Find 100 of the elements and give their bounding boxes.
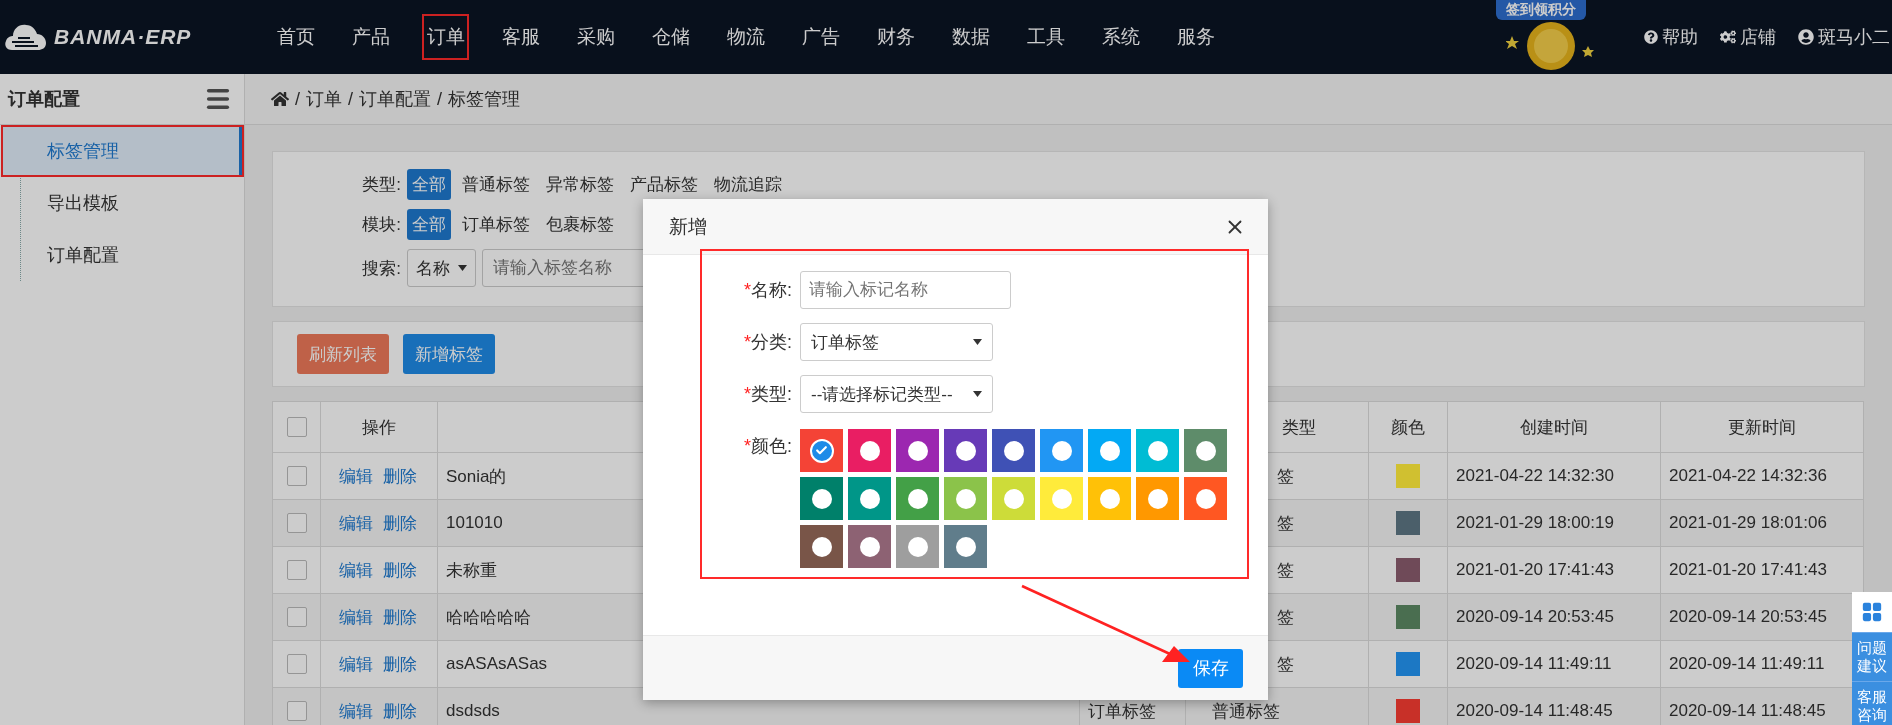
color-option[interactable] xyxy=(800,477,843,520)
filter-option[interactable]: 物流追踪 xyxy=(709,169,787,200)
table-cell: 2020-09-14 20:53:45 xyxy=(1447,593,1661,641)
breadcrumb-item[interactable]: 订单配置 xyxy=(359,87,432,111)
grid-icon[interactable] xyxy=(1861,601,1883,623)
table-cell: 2021-01-29 18:00:19 xyxy=(1447,499,1661,547)
user-menu[interactable]: 斑马小二 xyxy=(1798,25,1890,49)
select-field[interactable]: 订单标签 xyxy=(800,323,993,361)
column-header: 颜色 xyxy=(1368,401,1448,453)
filter-option[interactable]: 普通标签 xyxy=(457,169,535,200)
breadcrumb-separator: / xyxy=(295,88,300,110)
caret-icon xyxy=(973,339,982,345)
signin-badge[interactable]: 签到领积分 xyxy=(1496,0,1586,20)
column-header: 操作 xyxy=(320,401,438,453)
home-icon[interactable] xyxy=(271,90,289,108)
edit-link[interactable]: 编辑 xyxy=(339,466,373,486)
color-option[interactable] xyxy=(1136,477,1179,520)
edit-link[interactable]: 编辑 xyxy=(339,654,373,674)
delete-link[interactable]: 删除 xyxy=(383,513,417,533)
column-header: 创建时间 xyxy=(1447,401,1661,453)
column-header: 类型 xyxy=(1282,417,1316,437)
filter-option[interactable]: 产品标签 xyxy=(625,169,703,200)
sidebar-item[interactable]: 订单配置 xyxy=(1,229,244,281)
nav-tab[interactable]: 数据 xyxy=(933,14,1008,60)
filter-label: 模块: xyxy=(361,214,401,236)
color-option[interactable] xyxy=(1136,429,1179,472)
sidebar-title: 订单配置 xyxy=(8,88,80,111)
color-option[interactable] xyxy=(944,525,987,568)
nav-tab[interactable]: 首页 xyxy=(258,14,333,60)
form-label: *名称: xyxy=(742,279,792,302)
nav-tab[interactable]: 服务 xyxy=(1158,14,1233,60)
filter-option[interactable]: 包裹标签 xyxy=(541,209,619,240)
help-icon xyxy=(1644,30,1658,44)
table-cell: 2021-04-22 14:32:36 xyxy=(1660,452,1864,500)
filter-label: 类型: xyxy=(361,174,401,196)
color-option[interactable] xyxy=(1040,429,1083,472)
table-cell: 2020-09-14 11:49:11 xyxy=(1447,640,1661,688)
delete-link[interactable]: 删除 xyxy=(383,654,417,674)
dialog-title: 新增 xyxy=(669,214,707,239)
color-option[interactable] xyxy=(1088,429,1131,472)
color-option[interactable] xyxy=(944,477,987,520)
nav-tab[interactable]: 订单 xyxy=(422,14,469,60)
edit-link[interactable]: 编辑 xyxy=(339,560,373,580)
checkbox[interactable] xyxy=(286,607,307,628)
edit-link[interactable]: 编辑 xyxy=(339,607,373,627)
color-option[interactable] xyxy=(1184,477,1227,520)
delete-link[interactable]: 删除 xyxy=(383,701,417,721)
color-option[interactable] xyxy=(896,525,939,568)
nav-tab[interactable]: 物流 xyxy=(708,14,783,60)
logo-text: BANMA·ERP xyxy=(54,25,192,49)
breadcrumb-item[interactable]: 标签管理 xyxy=(448,87,521,111)
checkbox[interactable] xyxy=(286,513,307,534)
color-option[interactable] xyxy=(848,429,891,472)
filter-label: 搜索: xyxy=(361,257,401,280)
nav-tab[interactable]: 工具 xyxy=(1008,14,1083,60)
nav-tab[interactable]: 系统 xyxy=(1083,14,1158,60)
color-option[interactable] xyxy=(800,429,843,472)
caret-icon xyxy=(973,391,982,397)
nav-tab[interactable]: 广告 xyxy=(783,14,858,60)
nav-tab[interactable]: 仓储 xyxy=(633,14,708,60)
color-option[interactable] xyxy=(1088,477,1131,520)
table-cell: 2021-01-20 17:41:43 xyxy=(1660,546,1864,594)
filter-option[interactable]: 全部 xyxy=(407,169,451,200)
checkbox[interactable] xyxy=(286,417,307,438)
color-option[interactable] xyxy=(992,429,1035,472)
delete-link[interactable]: 删除 xyxy=(383,607,417,627)
breadcrumb-item[interactable]: 订单 xyxy=(306,87,342,111)
select-field[interactable]: --请选择标记类型-- xyxy=(800,375,993,413)
filter-option[interactable]: 全部 xyxy=(407,209,451,240)
form-label: *分类: xyxy=(742,331,792,354)
sidebar-item[interactable]: 导出模板 xyxy=(1,177,244,229)
color-option[interactable] xyxy=(992,477,1035,520)
checkbox[interactable] xyxy=(286,654,307,675)
color-option[interactable] xyxy=(896,477,939,520)
color-option[interactable] xyxy=(848,525,891,568)
color-option[interactable] xyxy=(896,429,939,472)
checkbox[interactable] xyxy=(286,701,307,722)
edit-link[interactable]: 编辑 xyxy=(339,701,373,721)
delete-link[interactable]: 删除 xyxy=(383,560,417,580)
search-field-select[interactable]: 名称 xyxy=(407,249,476,287)
help-link[interactable]: 帮助 xyxy=(1644,25,1698,49)
color-option[interactable] xyxy=(944,429,987,472)
nav-tab[interactable]: 财务 xyxy=(858,14,933,60)
breadcrumb-separator: / xyxy=(437,88,443,110)
nav-tab[interactable]: 客服 xyxy=(483,14,558,60)
color-option[interactable] xyxy=(1040,477,1083,520)
name-field[interactable]: 请输入标记名称 xyxy=(800,271,1011,309)
delete-link[interactable]: 删除 xyxy=(383,466,417,486)
nav-tab[interactable]: 产品 xyxy=(333,14,408,60)
color-option[interactable] xyxy=(800,525,843,568)
shop-link[interactable]: 店铺 xyxy=(1720,25,1776,49)
nav-tab[interactable]: 采购 xyxy=(558,14,633,60)
filter-option[interactable]: 订单标签 xyxy=(457,209,535,240)
color-option[interactable] xyxy=(848,477,891,520)
color-option[interactable] xyxy=(1184,429,1227,472)
filter-option[interactable]: 异常标签 xyxy=(541,169,619,200)
save-button[interactable]: 保存 xyxy=(1178,648,1243,688)
edit-link[interactable]: 编辑 xyxy=(339,513,373,533)
checkbox[interactable] xyxy=(286,466,307,487)
checkbox[interactable] xyxy=(286,560,307,581)
